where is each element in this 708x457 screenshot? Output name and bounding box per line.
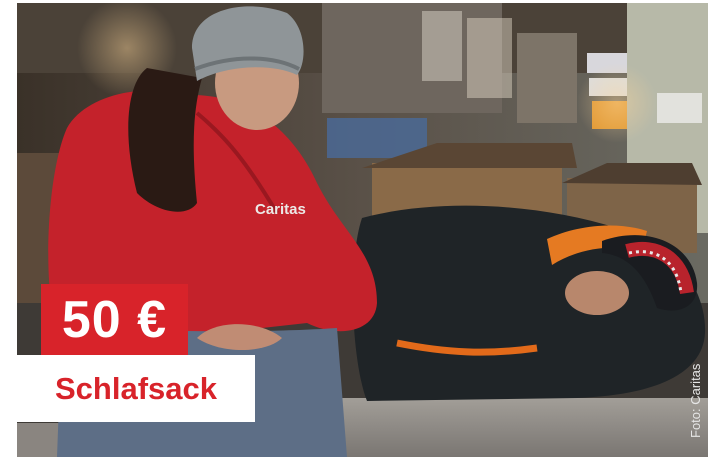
photo-credit: Foto: Caritas xyxy=(688,363,703,438)
jacket-logo-text: Caritas xyxy=(255,201,306,218)
price-badge: 50 € xyxy=(41,284,188,355)
item-label: Schlafsack xyxy=(17,355,255,422)
